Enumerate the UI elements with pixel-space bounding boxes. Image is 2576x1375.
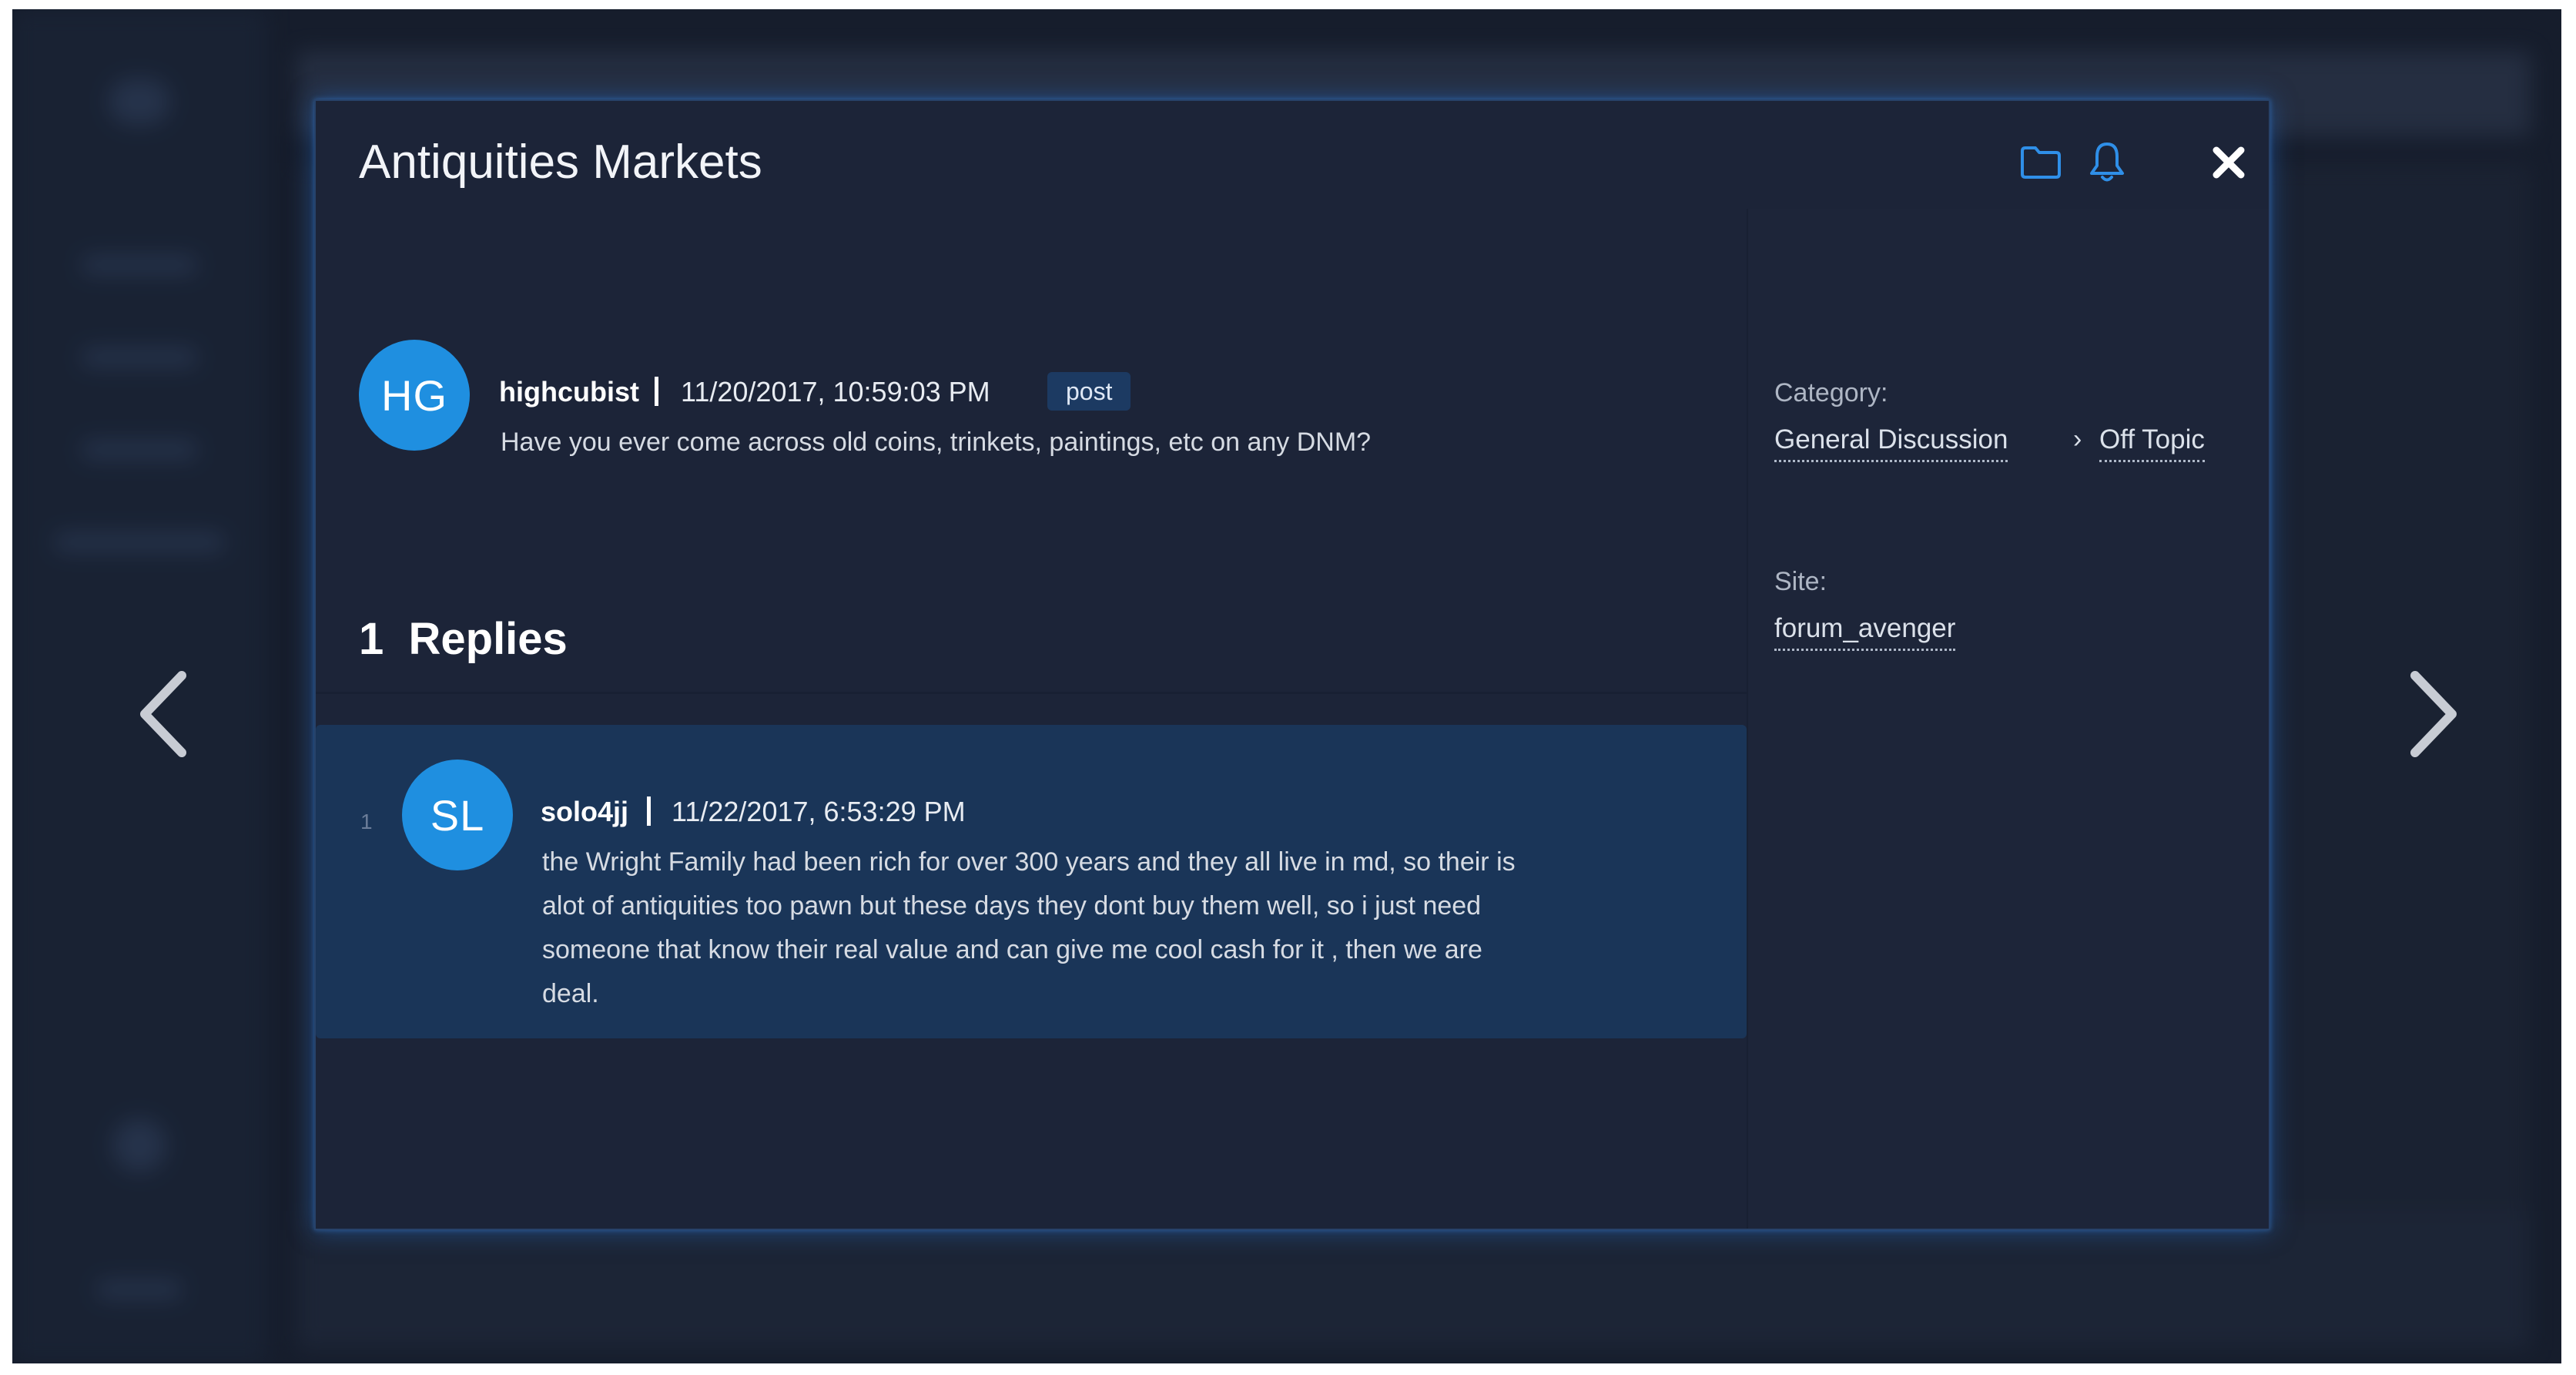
- folder-icon: [2021, 146, 2061, 179]
- bell-icon: [2090, 143, 2124, 182]
- folder-button[interactable]: [2018, 139, 2064, 186]
- reply-line: alot of antiquities too pawn but these d…: [542, 891, 1482, 921]
- post-type-badge: post: [1047, 372, 1131, 411]
- reply-date: 11/22/2017, 6:53:29 PM: [672, 796, 966, 827]
- post-date: 11/20/2017, 10:59:03 PM: [681, 376, 990, 407]
- avatar[interactable]: SL: [402, 760, 513, 870]
- notifications-button[interactable]: [2084, 139, 2130, 186]
- close-icon: [2213, 146, 2245, 179]
- reply-index: 1: [360, 810, 373, 833]
- chevron-right-icon: ›: [2073, 424, 2082, 454]
- post-body: Have you ever come across old coins, tri…: [501, 428, 1372, 457]
- thread-metadata-panel: Category: General Discussion › Off Topic…: [1747, 209, 2269, 1229]
- modal-title: Antiquities Markets: [359, 136, 762, 189]
- thread-modal: Antiquities Markets HG highcubist 11/20/…: [314, 99, 2270, 1230]
- reply-line: the Wright Family had been rich for over…: [542, 847, 1516, 877]
- divider: [316, 692, 1747, 694]
- separator: [655, 377, 658, 406]
- reply-body: the Wright Family had been rich for over…: [542, 840, 1697, 1016]
- category-label: Category:: [1774, 378, 1888, 407]
- chevron-left-icon: [140, 671, 186, 757]
- background-bottom-bar: [297, 1211, 2531, 1350]
- chevron-right-icon: [2410, 671, 2457, 757]
- previous-arrow-button[interactable]: [128, 656, 197, 772]
- site-link[interactable]: forum_avenger: [1774, 613, 1956, 651]
- avatar[interactable]: HG: [359, 340, 470, 451]
- modal-header: Antiquities Markets: [316, 101, 2269, 213]
- reply-line: someone that know their real value and c…: [542, 935, 1482, 964]
- thread-content: HG highcubist 11/20/2017, 10:59:03 PM po…: [316, 213, 1747, 1229]
- reply-line: deal.: [542, 979, 599, 1008]
- separator: [647, 796, 651, 826]
- replies-count: 1: [359, 614, 384, 664]
- app-screen: Antiquities Markets HG highcubist 11/20/…: [12, 9, 2561, 1363]
- next-arrow-button[interactable]: [2400, 656, 2469, 772]
- reply-item[interactable]: 1 SL solo4jj 11/22/2017, 6:53:29 PM the …: [316, 725, 1747, 1038]
- category-parent-link[interactable]: General Discussion: [1774, 424, 2008, 462]
- reply-author[interactable]: solo4jj: [541, 796, 628, 828]
- close-button[interactable]: [2206, 139, 2252, 186]
- replies-label: Replies: [408, 614, 568, 664]
- category-child-link[interactable]: Off Topic: [2099, 424, 2205, 462]
- replies-heading: 1 Replies: [359, 613, 568, 665]
- site-label: Site:: [1774, 567, 1827, 596]
- post-author[interactable]: highcubist: [499, 376, 639, 408]
